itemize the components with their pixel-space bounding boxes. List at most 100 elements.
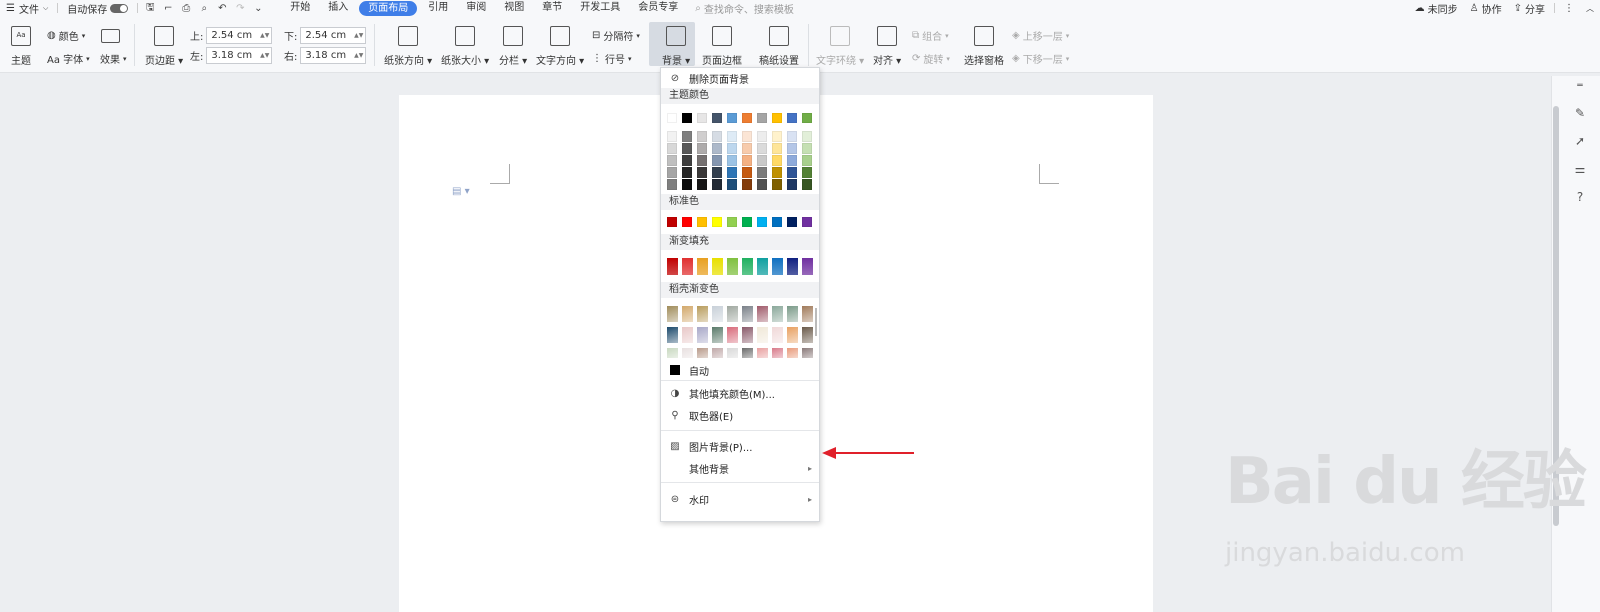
- watermark-item[interactable]: ⊜ 水印 ▸: [661, 490, 819, 508]
- gradient-fill-swatch[interactable]: [802, 258, 813, 275]
- theme-shade-swatch[interactable]: [667, 155, 677, 166]
- rotate-button[interactable]: ⟳ 旋转 ▾: [912, 51, 950, 66]
- theme-shade-swatch[interactable]: [682, 179, 692, 190]
- tab-member[interactable]: 会员专享: [629, 0, 687, 16]
- preset-gradient-swatch[interactable]: [682, 327, 693, 343]
- preset-gradient-swatch[interactable]: [787, 327, 798, 343]
- separator-button[interactable]: ⊟ 分隔符 ▾: [592, 28, 640, 43]
- standard-color-swatch[interactable]: [712, 217, 722, 227]
- theme-color-swatch[interactable]: [772, 113, 782, 123]
- print-icon[interactable]: ⎙: [177, 0, 195, 16]
- theme-shade-swatch[interactable]: [787, 131, 797, 142]
- tab-home[interactable]: 开始: [281, 0, 319, 16]
- standard-color-swatch[interactable]: [727, 217, 737, 227]
- theme-shade-swatch[interactable]: [682, 143, 692, 154]
- preset-gradient-swatch[interactable]: [712, 327, 723, 343]
- left-margin-field[interactable]: 左: 3.18 cm ▲▼: [190, 47, 273, 64]
- more-options-icon[interactable]: ⋮: [1558, 0, 1580, 16]
- theme-shade-swatch[interactable]: [697, 167, 707, 178]
- spinner-icon[interactable]: ▲▼: [260, 32, 271, 39]
- preset-gradient-swatch[interactable]: [802, 306, 813, 322]
- preset-gradient-swatch[interactable]: [757, 327, 768, 343]
- theme-shade-swatch[interactable]: [682, 155, 692, 166]
- preset-gradient-swatch[interactable]: [712, 306, 723, 322]
- theme-shade-swatch[interactable]: [742, 155, 752, 166]
- theme-shade-swatch[interactable]: [787, 155, 797, 166]
- gradient-fill-swatch[interactable]: [727, 258, 738, 275]
- theme-shade-swatch[interactable]: [772, 155, 782, 166]
- left-margin-input[interactable]: 3.18 cm ▲▼: [206, 47, 273, 64]
- theme-shade-swatch[interactable]: [787, 167, 797, 178]
- collapse-ribbon-icon[interactable]: ︿: [1580, 0, 1600, 16]
- manuscript-button[interactable]: 稿纸设置: [759, 16, 799, 67]
- preset-gradient-swatch[interactable]: [697, 327, 708, 343]
- save-icon[interactable]: 🖫: [141, 0, 159, 16]
- theme-shade-swatch[interactable]: [697, 155, 707, 166]
- auto-color-item[interactable]: 自动: [661, 361, 819, 379]
- menu-scrollbar[interactable]: [815, 308, 817, 336]
- theme-button[interactable]: Aa 主题: [11, 16, 31, 67]
- theme-shade-swatch[interactable]: [712, 179, 722, 190]
- theme-shade-swatch[interactable]: [697, 131, 707, 142]
- theme-shade-swatch[interactable]: [727, 179, 737, 190]
- gradient-fill-swatch[interactable]: [667, 258, 678, 275]
- theme-color-swatch[interactable]: [802, 113, 812, 123]
- spinner-icon[interactable]: ▲▼: [354, 32, 365, 39]
- paragraph-layout-icon[interactable]: ▤ ▾: [452, 186, 470, 197]
- tab-sections[interactable]: 章节: [533, 0, 571, 16]
- sync-status[interactable]: ☁ 未同步: [1409, 0, 1464, 16]
- theme-color-swatch[interactable]: [742, 113, 752, 123]
- collapse-sidebar-icon[interactable]: ═: [1573, 79, 1587, 93]
- theme-shade-swatch[interactable]: [742, 179, 752, 190]
- standard-color-swatch[interactable]: [697, 217, 707, 227]
- file-menu[interactable]: ☰ 文件 ⌵: [0, 0, 54, 16]
- preset-gradient-swatch[interactable]: [682, 348, 693, 358]
- theme-shade-swatch[interactable]: [742, 167, 752, 178]
- theme-shade-swatch[interactable]: [712, 131, 722, 142]
- preset-gradient-swatch[interactable]: [727, 348, 738, 358]
- text-direction-button[interactable]: 文字方向 ▾: [536, 16, 584, 67]
- eyedropper-item[interactable]: ⚲ 取色器(E): [661, 406, 819, 424]
- page-border-button[interactable]: 页面边框: [702, 16, 742, 67]
- background-button[interactable]: 背景 ▾: [662, 16, 690, 67]
- command-search[interactable]: ⌕ 查找命令、搜索模板: [695, 1, 794, 16]
- theme-shade-swatch[interactable]: [802, 167, 812, 178]
- preset-gradient-swatch[interactable]: [742, 348, 753, 358]
- margins-button[interactable]: 页边距 ▾: [145, 16, 183, 67]
- bottom-margin-input[interactable]: 2.54 cm ▲▼: [300, 27, 367, 44]
- tab-review[interactable]: 审阅: [457, 0, 495, 16]
- color-button[interactable]: ◍ 颜色 ▾: [47, 28, 85, 43]
- preset-gradient-swatch[interactable]: [727, 327, 738, 343]
- gradient-fill-swatch[interactable]: [787, 258, 798, 275]
- theme-color-swatch[interactable]: [757, 113, 767, 123]
- print-preview-icon[interactable]: ⌕: [195, 0, 213, 16]
- help-icon[interactable]: ?: [1573, 190, 1587, 204]
- paper-size-button[interactable]: 纸张大小 ▾: [441, 16, 489, 67]
- theme-shade-swatch[interactable]: [802, 143, 812, 154]
- theme-color-swatch[interactable]: [682, 113, 692, 123]
- redo-icon[interactable]: ↷: [231, 0, 249, 16]
- theme-shade-swatch[interactable]: [727, 143, 737, 154]
- theme-shade-swatch[interactable]: [772, 167, 782, 178]
- theme-shade-swatch[interactable]: [667, 179, 677, 190]
- theme-shade-swatch[interactable]: [802, 179, 812, 190]
- theme-shade-swatch[interactable]: [712, 155, 722, 166]
- theme-color-swatch[interactable]: [667, 113, 677, 123]
- more-fill-colors-item[interactable]: ◑ 其他填充颜色(M)...: [661, 384, 819, 402]
- theme-shade-swatch[interactable]: [742, 143, 752, 154]
- standard-color-swatch[interactable]: [772, 217, 782, 227]
- standard-color-swatch[interactable]: [757, 217, 767, 227]
- theme-shade-swatch[interactable]: [772, 143, 782, 154]
- theme-shade-swatch[interactable]: [772, 131, 782, 142]
- standard-color-swatch[interactable]: [682, 217, 692, 227]
- standard-color-swatch[interactable]: [742, 217, 752, 227]
- theme-color-swatch[interactable]: [787, 113, 797, 123]
- undo-icon[interactable]: ↶: [213, 0, 231, 16]
- tab-page-layout[interactable]: 页面布局: [359, 0, 418, 16]
- preset-gradient-swatch[interactable]: [757, 306, 768, 322]
- theme-shade-swatch[interactable]: [712, 167, 722, 178]
- text-wrap-button[interactable]: 文字环绕 ▾: [816, 16, 864, 67]
- adjust-icon[interactable]: ⚌: [1573, 162, 1587, 176]
- spinner-icon[interactable]: ▲▼: [260, 52, 271, 59]
- preset-gradient-swatch[interactable]: [802, 327, 813, 343]
